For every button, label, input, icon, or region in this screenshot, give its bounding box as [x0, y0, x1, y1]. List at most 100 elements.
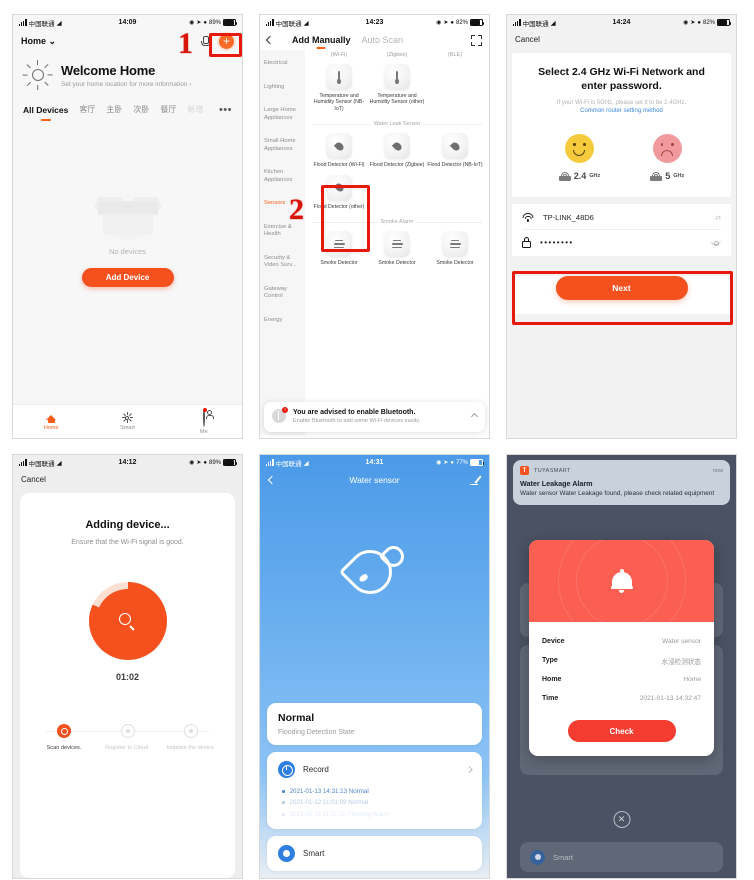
alarm-icon: ◉ [436, 460, 442, 466]
water-drop-icon [333, 181, 345, 194]
tabbar-item-me[interactable]: Me [166, 407, 242, 435]
protocol-wifi: (Wi-Fi) [330, 52, 348, 58]
app-logo-icon: T [520, 466, 529, 475]
device-flood-detector-zigbee[interactable]: Flood Detector (Zigbee) [368, 133, 426, 168]
battery-percent: 77% [455, 459, 468, 466]
device-temp-humidity-nbiot[interactable]: Temperature and Humidity Sensor (NB-IoT) [310, 64, 368, 112]
next-button[interactable]: Next [555, 276, 688, 300]
add-device-button[interactable]: Add Device [81, 268, 174, 287]
chevron-left-icon[interactable] [265, 35, 275, 45]
device-smoke-detector-2[interactable]: Smoke Detector [368, 231, 426, 266]
password-row[interactable]: •••••••• [522, 230, 721, 254]
smart-card-background[interactable]: Smart [520, 842, 723, 872]
tab-add-manually[interactable]: Add Manually [292, 35, 351, 45]
empty-box-icon [93, 193, 162, 241]
list-item: 2021-01-12 11:01:09 Normal [282, 797, 471, 809]
state-label: Flooding Detection State [278, 728, 355, 736]
table-row: Time 2021-01-13 14:32:47 [542, 689, 701, 708]
device-list: (Wi-Fi) (Zigbee) (BLE) Temperature and H… [305, 50, 489, 435]
check-button[interactable]: Check [567, 720, 676, 742]
eye-icon[interactable] [710, 239, 721, 246]
battery-icon [223, 459, 237, 466]
smoke-icon [449, 240, 461, 249]
water-drop-icon [333, 140, 345, 152]
step-marker-1: 1 [178, 27, 193, 60]
device-tile [442, 231, 468, 258]
plus-icon[interactable]: + [219, 33, 234, 49]
sidebar-item-kitchen-appliances[interactable]: Kitchen Appliances [260, 161, 305, 192]
sidebar-item-small-home-appliances[interactable]: Small Home Appliances [260, 130, 305, 161]
ssid-row[interactable]: TP-LINK_48D6 ⇄ [522, 206, 721, 230]
tabbar-item-home[interactable]: Home [13, 413, 89, 431]
status-bar: 中国联通 ◢ 14:31 ◉ ➤ ● 77% [260, 455, 489, 470]
countdown-timer: 01:02 [115, 672, 140, 682]
more-rooms-button[interactable]: ••• [219, 104, 232, 115]
tab-add-room[interactable]: 新增 [187, 104, 203, 115]
screenshot-grid: 中国联通 ◢ 14:09 ◉ ➤ ● 89% Home ⌄ + Welcome … [0, 0, 754, 880]
smoke-icon [391, 240, 403, 249]
band-24ghz: 2.4 GHz [558, 134, 600, 181]
tab-all-devices[interactable]: All Devices [23, 105, 68, 115]
status-right: ◉ ➤ ● 89% [189, 19, 237, 26]
sidebar-item-large-home-appliances[interactable]: Large Home Appliances [260, 99, 305, 130]
tabbar-item-smart[interactable]: Smart [89, 412, 165, 431]
device-smoke-detector-3[interactable]: Smoke Detector [426, 231, 484, 266]
water-drop-icon [338, 540, 408, 606]
password-input[interactable]: •••••••• [540, 238, 701, 247]
swap-icon[interactable]: ⇄ [715, 214, 721, 222]
device-slot-empty [426, 175, 484, 210]
flood-detector-row-2: Flood Detector (other) [310, 174, 484, 210]
device-flood-detector-nbiot[interactable]: Flood Detector (NB-IoT) [426, 133, 484, 168]
section-label: Water Leak Sensor [373, 121, 421, 128]
push-notification[interactable]: T TUYASMART now Water Leakage Alarm Wate… [513, 460, 730, 505]
sidebar-item-lighting[interactable]: Lighting [260, 76, 305, 100]
router-setting-link[interactable]: Common router setting method [524, 108, 719, 114]
voice-icon[interactable] [200, 36, 211, 46]
step-label: Register to Cloud. [105, 745, 150, 751]
ssid-input[interactable]: TP-LINK_48D6 [543, 213, 706, 222]
tab-dining-room[interactable]: 餐厅 [160, 104, 176, 115]
device-label: Smoke Detector [436, 260, 474, 267]
page-title: Select 2.4 GHz Wi-Fi Network and enter p… [538, 66, 705, 92]
sidebar-item-energy[interactable]: Energy [260, 309, 305, 333]
home-selector[interactable]: Home ⌄ [21, 36, 56, 47]
tab-master-bedroom[interactable]: 主卧 [106, 104, 122, 115]
device-slot-empty [426, 64, 484, 112]
sidebar-item-electrical[interactable]: Electrical [260, 52, 305, 76]
chevron-right-icon[interactable] [465, 765, 472, 773]
cancel-button[interactable]: Cancel [515, 35, 540, 44]
scan-frame-icon[interactable] [471, 34, 482, 46]
device-tile [326, 64, 352, 90]
wifi-icon [522, 213, 534, 222]
device-tile [326, 133, 352, 160]
banner-body: Enable Bluetooth to add some Wi-Fi devic… [293, 417, 421, 424]
device-flood-detector-wifi[interactable]: Flood Detector (Wi-Fi) [310, 133, 368, 168]
bell-icon [610, 569, 633, 593]
tab-auto-scan[interactable]: Auto Scan [362, 35, 404, 45]
step-initialize-device: Initialize the device. [163, 724, 219, 752]
tab-second-bedroom[interactable]: 次卧 [133, 104, 149, 115]
status-bar: 中国联通 ◢ 14:24 ◉ ➤ ● 82% [507, 15, 736, 30]
bluetooth-banner[interactable]: ! You are advised to enable Bluetooth. E… [264, 401, 485, 432]
chevron-up-icon[interactable] [470, 413, 479, 421]
smart-row[interactable]: Smart [278, 845, 471, 862]
record-card[interactable]: Record 2021-01-13 14:31:13 Normal 2021-0… [267, 751, 482, 829]
device-temp-humidity-other[interactable]: Temperature and Humidity Sensor (other) [368, 64, 426, 112]
cancel-button[interactable]: Cancel [21, 475, 46, 484]
home-location-link[interactable]: Set your home location for more informat… [61, 81, 191, 88]
step-dot [120, 724, 135, 738]
record-header[interactable]: Record [278, 760, 472, 778]
alarm-icon: ◉ [436, 20, 442, 26]
device-flood-detector-other[interactable]: Flood Detector (other) [310, 174, 368, 210]
sidebar-item-security-video[interactable]: Security & Video Surv... [260, 247, 305, 278]
device-smoke-detector-1[interactable]: Smoke Detector [310, 231, 368, 266]
temp-sensor-row: Temperature and Humidity Sensor (NB-IoT)… [310, 64, 484, 112]
status-bar: 中国联通 ◢ 14:12 ◉ ➤ ● 89% [13, 455, 242, 470]
battery-percent: 82% [702, 19, 715, 26]
sidebar-item-gateway-control[interactable]: Gateway Control [260, 278, 305, 309]
smart-card[interactable]: Smart [267, 836, 482, 871]
tab-living-room[interactable]: 客厅 [79, 104, 95, 115]
close-icon[interactable]: ✕ [613, 811, 630, 828]
next-button-wrap: Next [512, 276, 731, 314]
pencil-icon[interactable] [470, 475, 480, 485]
